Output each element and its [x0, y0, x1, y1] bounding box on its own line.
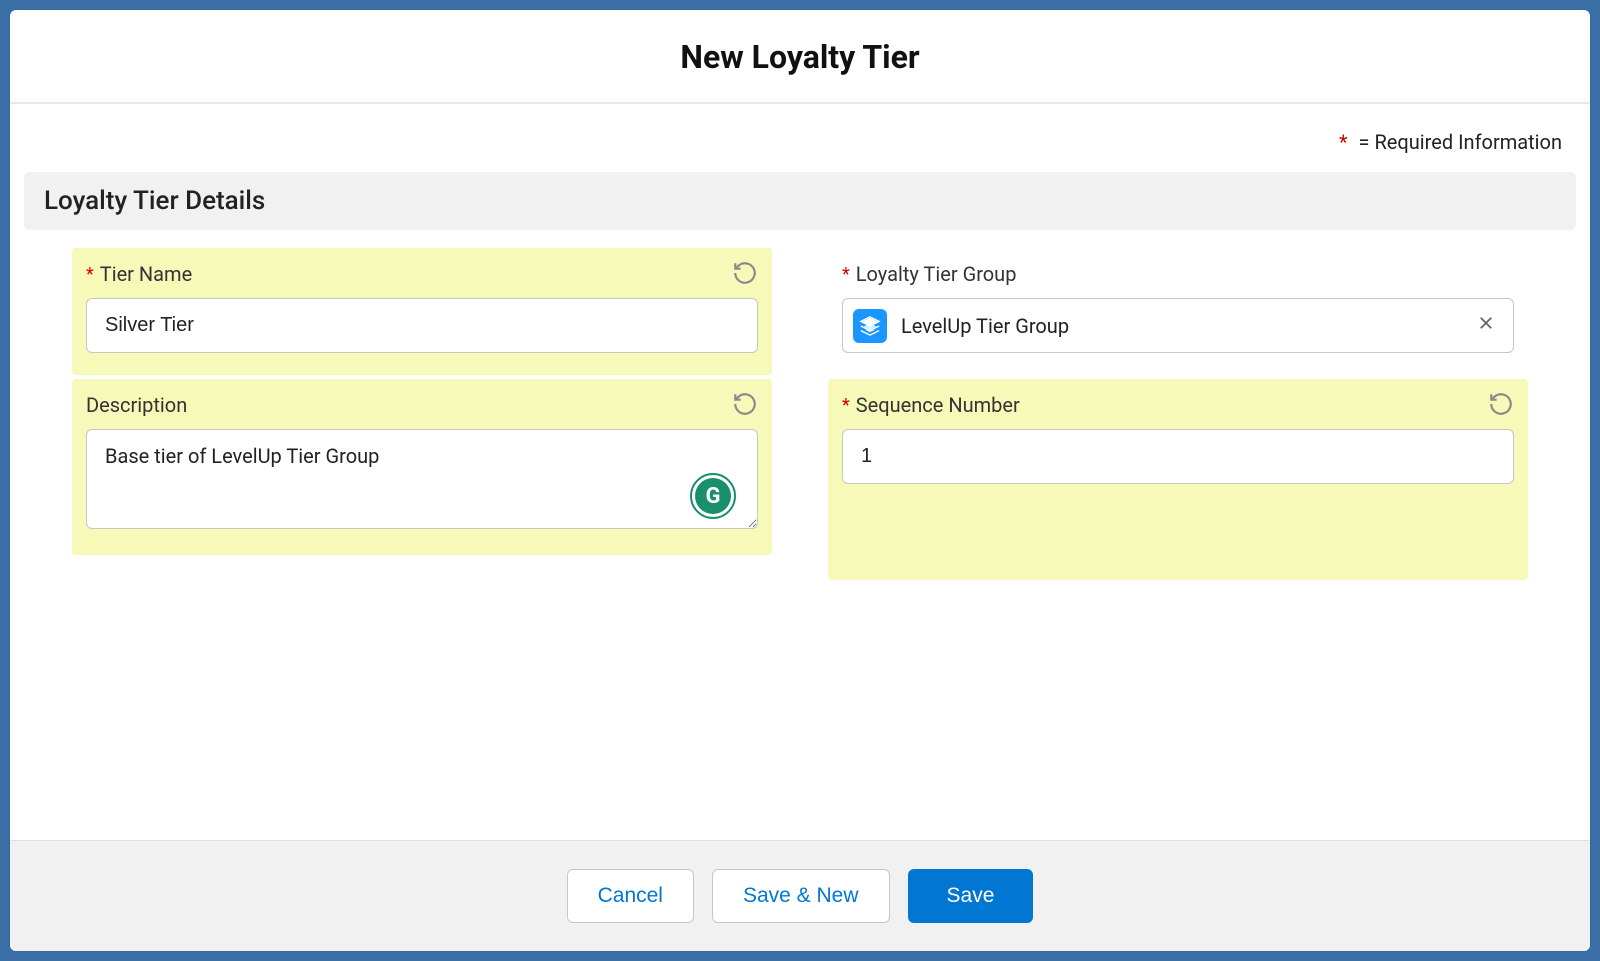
required-asterisk: * [842, 264, 850, 285]
form-right-column: * Loyalty Tier Group LevelUp Tier Group [828, 248, 1528, 584]
tier-name-field: * Tier Name [72, 248, 772, 375]
grammarly-icon[interactable]: G [690, 473, 736, 519]
tier-name-input[interactable] [86, 298, 758, 353]
modal-body: * = Required Information Loyalty Tier De… [10, 104, 1590, 840]
required-asterisk: * [842, 395, 850, 416]
loyalty-tier-group-lookup[interactable]: LevelUp Tier Group [842, 298, 1514, 353]
tier-name-label: * Tier Name [86, 262, 758, 286]
modal-footer: Cancel Save & New Save [10, 840, 1590, 951]
loyalty-tier-group-value: LevelUp Tier Group [901, 314, 1459, 338]
description-label: Description [86, 393, 758, 417]
save-and-new-button[interactable]: Save & New [712, 869, 890, 923]
save-button[interactable]: Save [908, 869, 1034, 923]
required-asterisk: * [1339, 130, 1348, 154]
required-note-text: = Required Information [1354, 130, 1562, 154]
required-info-note: * = Required Information [24, 122, 1576, 172]
section-header: Loyalty Tier Details [24, 172, 1576, 230]
undo-icon[interactable] [732, 260, 758, 290]
modal-header: New Loyalty Tier [10, 10, 1590, 104]
description-textarea-wrap: G [86, 429, 758, 533]
description-field: Description G [72, 379, 772, 555]
loyalty-tier-group-field: * Loyalty Tier Group LevelUp Tier Group [828, 248, 1528, 375]
undo-icon[interactable] [732, 391, 758, 421]
sequence-number-label: * Sequence Number [842, 393, 1514, 417]
cancel-button[interactable]: Cancel [567, 869, 694, 923]
form-columns: * Tier Name Description G [24, 248, 1576, 584]
form-left-column: * Tier Name Description G [72, 248, 772, 584]
sequence-number-input[interactable] [842, 429, 1514, 484]
close-icon[interactable] [1473, 309, 1499, 342]
new-loyalty-tier-modal: New Loyalty Tier * = Required Informatio… [10, 10, 1590, 951]
undo-icon[interactable] [1488, 391, 1514, 421]
description-textarea[interactable] [86, 429, 758, 529]
layers-icon [853, 309, 887, 343]
modal-title: New Loyalty Tier [10, 38, 1590, 76]
loyalty-tier-group-label: * Loyalty Tier Group [842, 262, 1514, 286]
sequence-number-field: * Sequence Number [828, 379, 1528, 580]
required-asterisk: * [86, 264, 94, 285]
